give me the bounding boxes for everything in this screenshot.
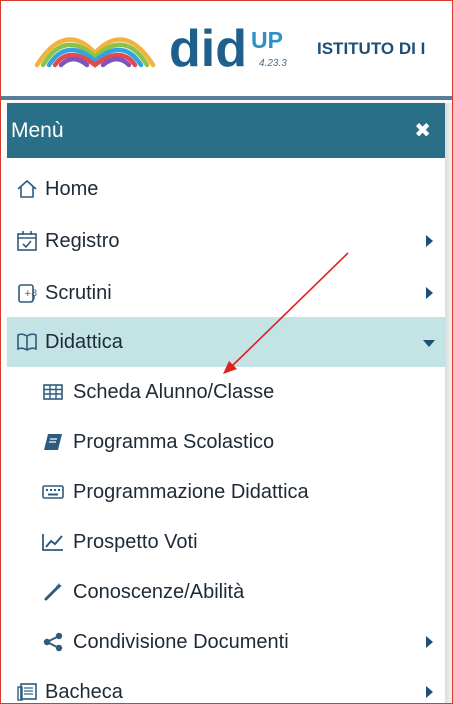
sidebar-item-label: Prospetto Voti: [73, 531, 198, 553]
sidebar-item-label: Didattica: [45, 331, 123, 353]
brand-superscript: UP: [251, 27, 283, 53]
svg-text:+8: +8: [24, 289, 38, 299]
book-open-icon: [15, 330, 39, 354]
menu-header: Menù ✖: [7, 103, 445, 158]
rainbow-logo-icon: [34, 37, 156, 68]
chevron-right-icon: [426, 287, 433, 299]
brand-name: did: [169, 20, 247, 78]
sidebar-subitem-programmazione-didattica[interactable]: Programmazione Didattica: [7, 467, 445, 517]
menu-title: Menù: [11, 119, 64, 142]
book-icon: [41, 430, 65, 454]
sidebar-item-home[interactable]: Home: [7, 164, 445, 214]
sidebar-item-label: Scheda Alunno/Classe: [73, 381, 275, 403]
chevron-right-icon: [426, 636, 433, 648]
table-icon: [41, 380, 65, 404]
chevron-right-icon: [426, 686, 433, 698]
sidebar-item-label: Condivisione Documenti: [73, 631, 289, 653]
sidebar-item-label: Conoscenze/Abilità: [73, 581, 245, 603]
sidebar-item-didattica[interactable]: Didattica: [7, 317, 445, 367]
content-area: [445, 103, 452, 703]
sidebar-subitem-conoscenze-abilita[interactable]: Conoscenze/Abilità: [7, 567, 445, 617]
chevron-right-icon: [426, 235, 433, 247]
scrutini-icon: +8: [15, 281, 39, 305]
sidebar-subitem-prospetto-voti[interactable]: Prospetto Voti: [7, 517, 445, 567]
sidebar-item-label: Scrutini: [45, 282, 112, 304]
close-icon[interactable]: ✖: [414, 118, 431, 143]
sidebar-item-label: Home: [45, 178, 99, 200]
sidebar-item-label: Registro: [45, 230, 120, 252]
sidebar-subitem-scheda-alunno-classe[interactable]: Scheda Alunno/Classe: [7, 367, 445, 417]
bulletin-icon: [15, 680, 39, 703]
sidebar-item-scrutini[interactable]: +8 Scrutini: [7, 268, 445, 318]
chevron-down-icon: [423, 340, 435, 347]
home-icon: [15, 177, 39, 201]
sidebar-menu: Menù ✖ Home Registro +8 Scrutini Didatti…: [7, 103, 445, 703]
share-icon: [41, 630, 65, 654]
sidebar-item-label: Programmazione Didattica: [73, 481, 309, 503]
sidebar-subitem-condivisione-documenti[interactable]: Condivisione Documenti: [7, 617, 445, 667]
sidebar-item-label: Bacheca: [45, 681, 123, 703]
app-frame: did UP 4.23.3 ISTITUTO DI I Menù ✖ Home …: [0, 0, 453, 704]
magic-wand-icon: [41, 580, 65, 604]
version-label: 4.23.3: [259, 58, 287, 69]
sidebar-item-registro[interactable]: Registro: [7, 216, 445, 266]
school-name: ISTITUTO DI I: [317, 39, 426, 58]
chart-line-icon: [41, 530, 65, 554]
sidebar-subitem-programma-scolastico[interactable]: Programma Scolastico: [7, 417, 445, 467]
keyboard-icon: [41, 480, 65, 504]
sidebar-item-label: Programma Scolastico: [73, 431, 275, 453]
calendar-icon: [15, 229, 39, 253]
header-divider: [1, 96, 452, 100]
app-header: did UP 4.23.3 ISTITUTO DI I: [1, 1, 452, 96]
sidebar-item-bacheca[interactable]: Bacheca: [7, 667, 445, 703]
